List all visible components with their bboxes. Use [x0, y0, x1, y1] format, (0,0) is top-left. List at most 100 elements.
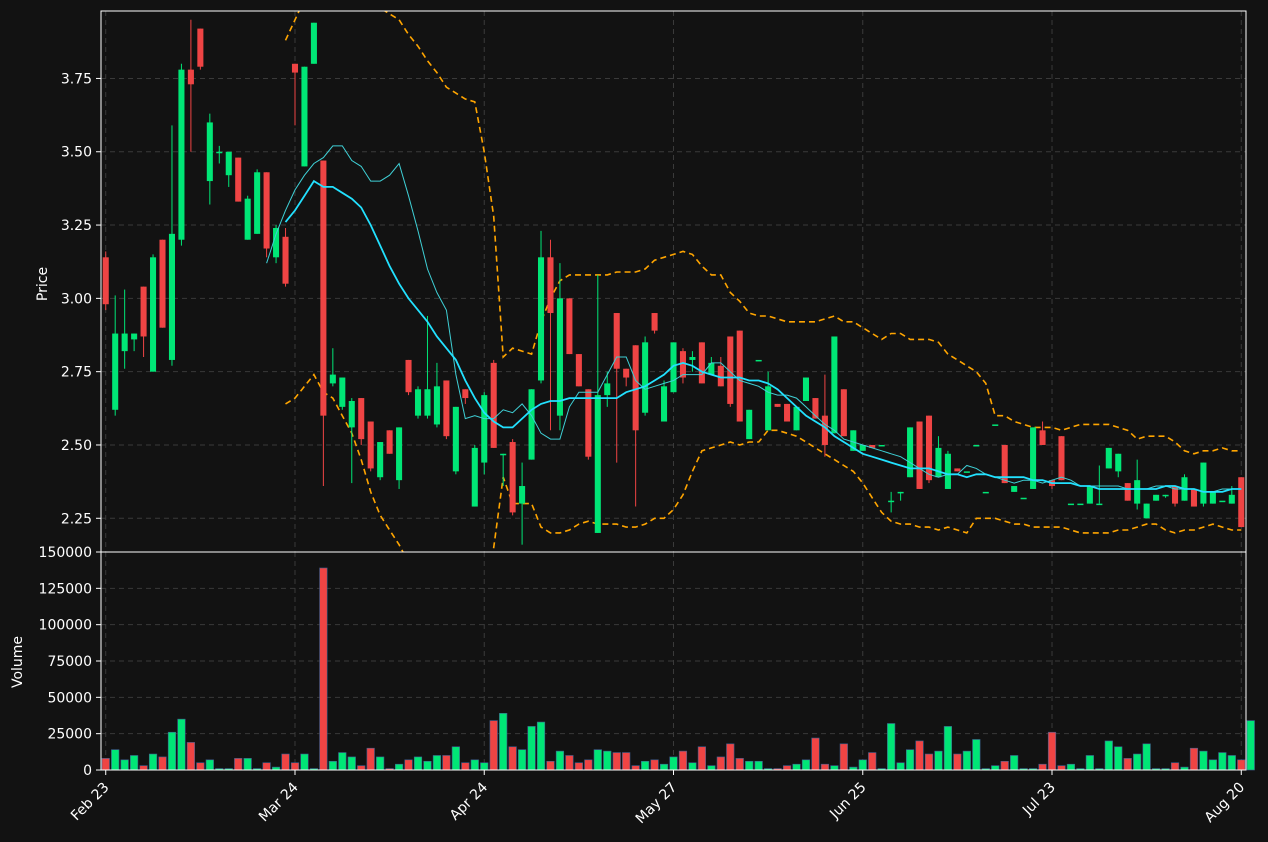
volume-bar [924, 753, 934, 771]
candle-body [358, 398, 365, 440]
price-tick-label: 3.00 [61, 291, 92, 307]
candle-body [481, 395, 488, 463]
candle-body [159, 239, 166, 328]
candle-body [396, 427, 403, 481]
volume-bar [234, 758, 243, 771]
candle-body [784, 403, 791, 422]
volume-axis-label: Volume [10, 636, 26, 688]
volume-bar [962, 750, 971, 771]
volume-bar [1189, 747, 1199, 771]
candle-body [925, 415, 933, 481]
candle-body [386, 430, 393, 454]
candle-body [585, 389, 592, 457]
candle-body [1153, 494, 1160, 501]
volume-bar [820, 763, 829, 771]
candle-body [235, 157, 242, 202]
volume-bar [688, 762, 697, 771]
candle-body [452, 406, 459, 472]
candle-body [178, 69, 185, 240]
candle-body [575, 354, 582, 387]
volume-bar [868, 752, 877, 771]
volume-bar [1218, 752, 1227, 771]
candle-body [973, 444, 980, 447]
candle-body [689, 357, 696, 360]
volume-bar [262, 762, 271, 771]
volume-bar [347, 756, 356, 771]
volume-bar [669, 756, 678, 771]
candle-body [1134, 480, 1141, 504]
price-tick-label: 2.50 [61, 438, 92, 454]
candle-body [140, 286, 147, 337]
volume-bar [1038, 763, 1047, 771]
volume-bar [1208, 759, 1217, 771]
candle-body [1086, 486, 1093, 504]
candle-body [708, 362, 715, 375]
volume-bar [177, 718, 186, 771]
volume-bar [726, 743, 735, 771]
candle-body [225, 151, 232, 176]
candle-body [755, 359, 762, 362]
candle-body [954, 468, 961, 472]
candle-body [329, 374, 336, 384]
volume-bar [716, 756, 725, 771]
candle-body [1162, 494, 1169, 497]
volume-bar [461, 762, 470, 771]
volume-bar [934, 750, 943, 771]
volume-bar [1170, 762, 1180, 771]
volume-bar [830, 765, 839, 771]
candle-body [339, 377, 346, 407]
candle-body [774, 403, 781, 407]
candle-body [1105, 447, 1112, 469]
candle-body [594, 395, 601, 533]
candle-body [566, 298, 573, 355]
volume-bar [243, 758, 252, 771]
candle-body [1143, 503, 1150, 519]
candle-body [1020, 497, 1027, 500]
volume-bar [394, 763, 404, 771]
volume-bar [1133, 753, 1142, 771]
volume-bar [943, 726, 953, 771]
candle-body [840, 389, 847, 437]
volume-bar [158, 756, 167, 771]
volume-bar [659, 763, 669, 771]
volume-bar [896, 762, 905, 771]
volume-bar [546, 760, 555, 771]
volume-tick-label: 100000 [39, 618, 92, 634]
volume-bar [593, 749, 602, 771]
candle-body [1096, 503, 1103, 506]
volume-tick-label: 125000 [39, 581, 92, 597]
candle-body [992, 424, 999, 426]
volume-bar [811, 737, 820, 771]
candle-body [500, 453, 507, 456]
volume-bar [120, 759, 129, 771]
candle-body [698, 342, 705, 384]
candle-body [623, 368, 630, 378]
volume-bar [612, 752, 621, 771]
volume-bar [536, 721, 546, 771]
candle-body [405, 359, 412, 393]
volume-bar [1066, 763, 1076, 771]
candle-body [206, 122, 213, 182]
volume-bar [328, 760, 337, 771]
volume-bar [139, 765, 148, 771]
volume-bar [754, 760, 763, 771]
volume-tick-label: 25000 [47, 727, 92, 743]
candle-body [433, 386, 440, 425]
candle-body [1067, 503, 1074, 506]
candle-body [150, 257, 157, 372]
volume-bar [300, 753, 309, 771]
volume-bar [404, 759, 413, 771]
volume-bar [499, 713, 508, 771]
volume-bar [1123, 758, 1132, 771]
candle-body [443, 380, 450, 437]
volume-bar [442, 755, 451, 771]
volume-bar [792, 763, 801, 771]
candle-body [982, 491, 989, 494]
candle-body [642, 342, 649, 413]
candle-body [604, 383, 611, 396]
candle-body [878, 444, 885, 447]
candle-body [282, 236, 289, 284]
price-axis-label: Price [35, 267, 51, 301]
volume-bar [101, 758, 110, 771]
candle-body [519, 486, 526, 504]
